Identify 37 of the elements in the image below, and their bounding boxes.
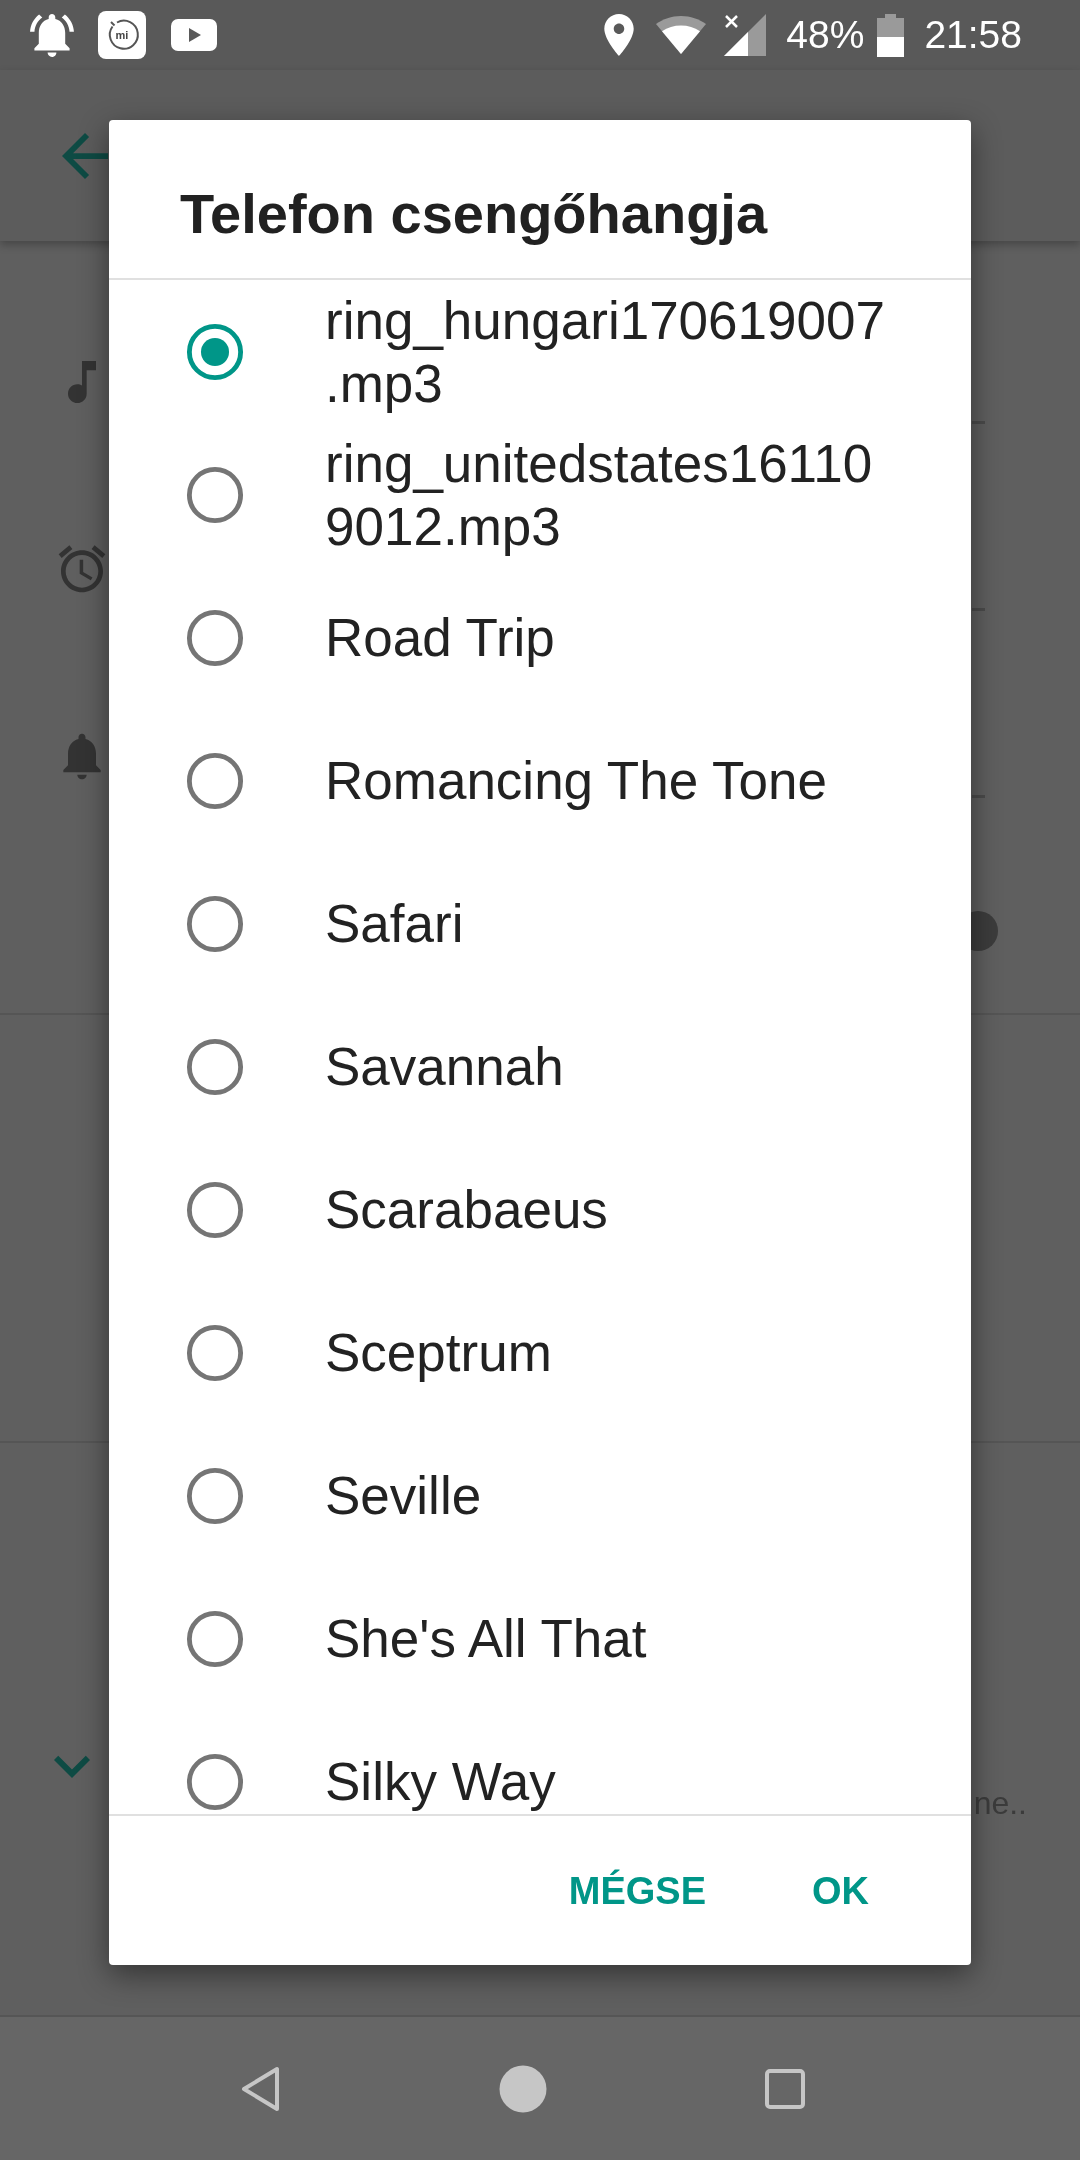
battery-percentage: 48% [786,12,865,58]
ringtone-option[interactable]: Romancing The Tone [109,709,971,852]
ringtone-option[interactable]: Savannah [109,995,971,1138]
location-pin-icon [604,14,635,56]
radio-button[interactable] [186,1609,244,1668]
radio-button[interactable] [186,1180,244,1239]
battery-icon [877,13,905,57]
play-icon [171,19,217,51]
ringtone-option[interactable]: Safari [109,852,971,995]
ringtone-option[interactable]: Sceptrum [109,1281,971,1424]
ringtone-option[interactable]: Seville [109,1424,971,1567]
home-icon[interactable] [499,2064,547,2113]
alarm-bell-icon [30,13,74,57]
radio-button[interactable] [186,322,244,381]
cancel-button[interactable]: MÉGSE [544,1848,730,1933]
back-icon[interactable] [241,2065,281,2112]
ringtone-option[interactable]: ring_hungari170619007.mp3 [109,280,971,423]
ringtone-option[interactable]: Silky Way [109,1710,971,1814]
signal-icon [724,14,767,56]
radio-button[interactable] [186,608,244,667]
app-logo-icon: mi [98,11,146,59]
recent-apps-icon[interactable] [765,2068,805,2109]
radio-button[interactable] [186,1037,244,1096]
radio-button[interactable] [186,1752,244,1811]
ringtone-option[interactable]: Road Trip [109,566,971,709]
radio-button[interactable] [186,751,244,810]
radio-button[interactable] [186,465,244,524]
clock-time: 21:58 [924,12,1022,58]
ringtone-option[interactable]: Scarabaeus [109,1138,971,1281]
dialog-title: Telefon csengőhangja [180,182,768,246]
radio-button[interactable] [186,1323,244,1382]
wifi-icon [656,16,707,54]
radio-button[interactable] [186,894,244,953]
radio-button[interactable] [186,1466,244,1525]
ok-button[interactable]: OK [788,1848,893,1933]
ringtone-option[interactable]: ring_unitedstates161109012.mp3 [109,423,971,566]
ringtone-option[interactable]: She's All That [109,1567,971,1710]
